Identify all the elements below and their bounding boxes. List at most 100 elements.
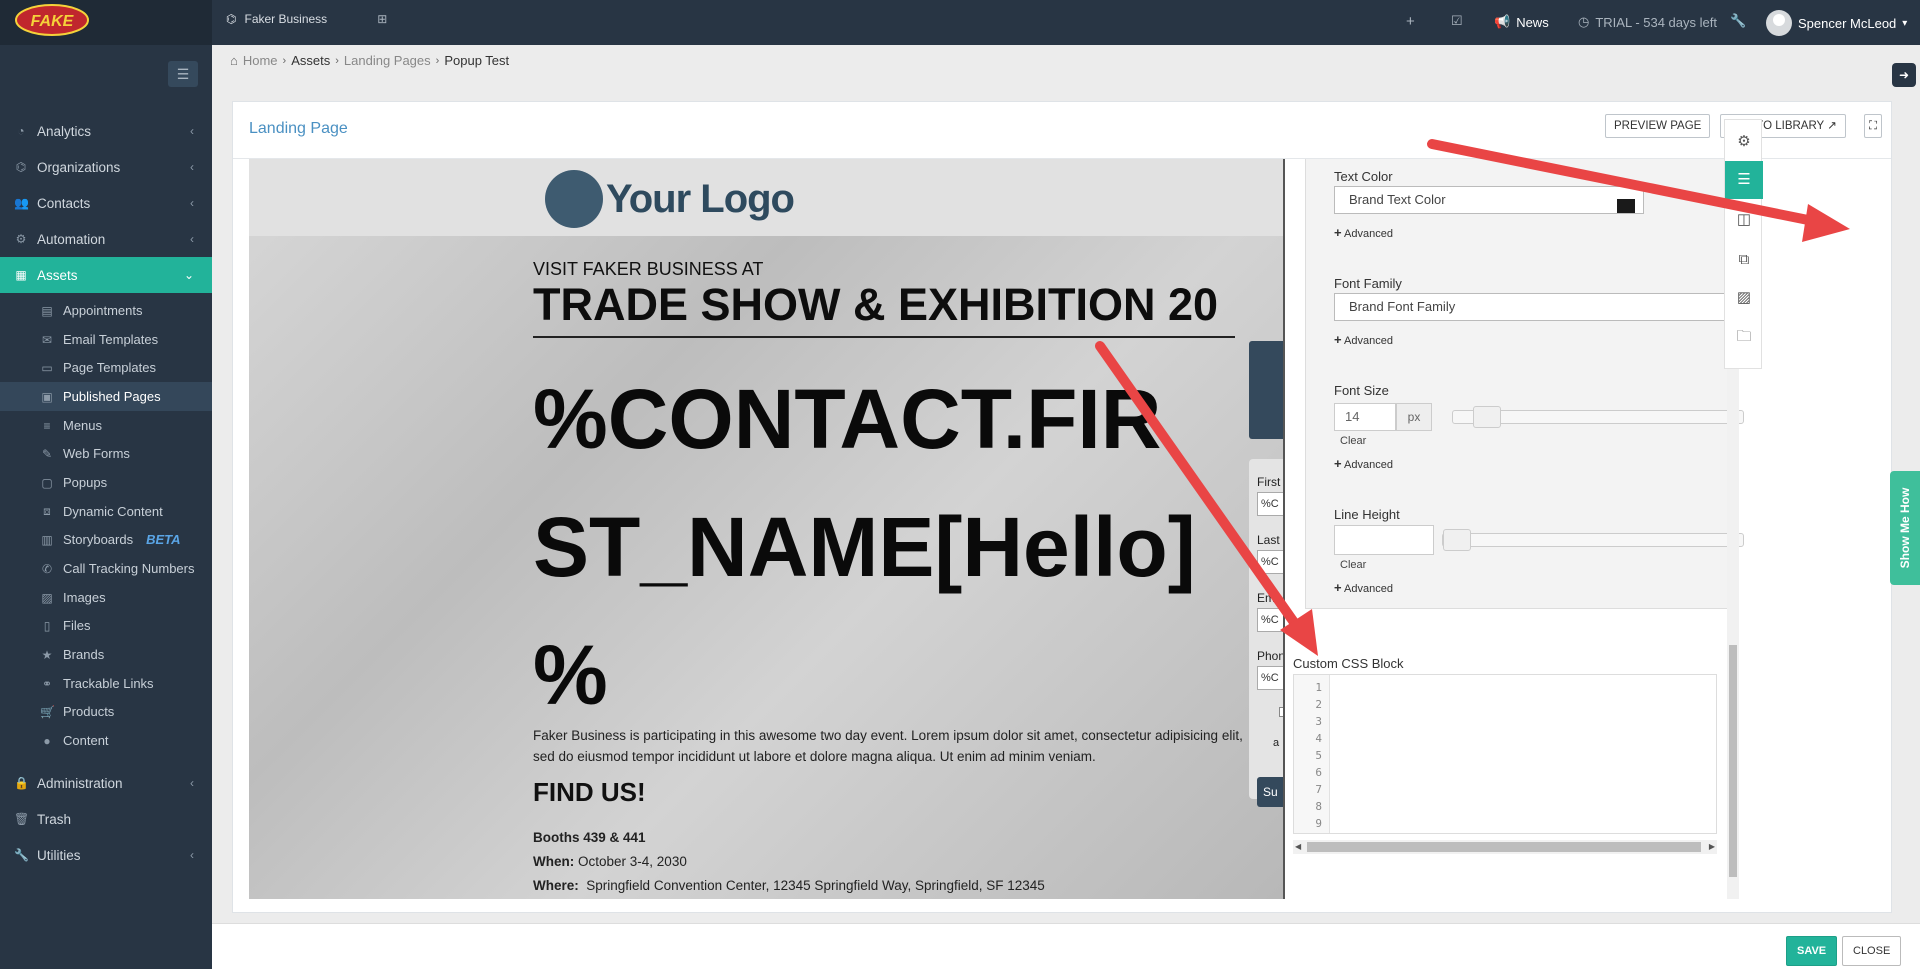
- sidebar-item-assets[interactable]: ▦ Assets ⌄: [0, 257, 212, 293]
- settings-gear-icon[interactable]: ⚙: [1725, 123, 1763, 161]
- page-canvas[interactable]: Your Logo VISIT FAKER BUSINESS AT TRADE …: [249, 159, 1283, 899]
- scrollbar-thumb[interactable]: [1307, 842, 1701, 852]
- line-height-slider[interactable]: [1442, 529, 1744, 551]
- sidebar-sub-web-forms[interactable]: ✎ Web Forms: [0, 439, 212, 468]
- sidebar-sub-dynamic-content[interactable]: ⧈ Dynamic Content: [0, 497, 212, 526]
- sidebar-item-trash[interactable]: 🗑 Trash: [0, 801, 212, 837]
- sidebar-sub-content[interactable]: ● Content: [0, 726, 212, 755]
- line-height-input[interactable]: [1334, 525, 1434, 555]
- sitemap-icon: ⌬: [226, 12, 237, 26]
- envelope-icon: ✉: [41, 332, 53, 347]
- page-icon: ▭: [41, 360, 53, 375]
- scrollbar-thumb[interactable]: [1729, 645, 1737, 877]
- sidebar-item-analytics[interactable]: ◔ Analytics ‹: [0, 113, 212, 149]
- chevron-right-icon: ›: [435, 54, 440, 67]
- when-value: October 3-4, 2030: [578, 854, 687, 869]
- line-number: 9: [1315, 817, 1322, 830]
- app-logo[interactable]: FAKE: [14, 2, 90, 38]
- collapse-panel-button[interactable]: ➜: [1892, 63, 1916, 87]
- sidebar-item-contacts[interactable]: 👥 Contacts ‹: [0, 185, 212, 221]
- where-value: Springfield Convention Center, 12345 Spr…: [586, 878, 1045, 893]
- close-button[interactable]: CLOSE: [1842, 936, 1902, 966]
- when-text[interactable]: When: October 3-4, 2030: [533, 854, 687, 869]
- show-me-how-tab[interactable]: Show Me How: [1890, 471, 1920, 585]
- form-input-phone[interactable]: %C: [1257, 666, 1283, 690]
- fullscreen-button[interactable]: ⛶: [1864, 114, 1883, 138]
- trade-show-heading[interactable]: TRADE SHOW & EXHIBITION 20: [533, 279, 1218, 331]
- wrench-icon[interactable]: 🔧: [1730, 13, 1746, 29]
- sidebar-sub-storyboards[interactable]: ▥ Storyboards BETA: [0, 525, 212, 554]
- calendar-check-icon[interactable]: ☑: [1451, 13, 1463, 29]
- font-family-value: Brand Font Family: [1349, 299, 1456, 314]
- form-input-first[interactable]: %C: [1257, 492, 1283, 516]
- breadcrumb-assets[interactable]: Assets: [291, 53, 330, 68]
- find-us-heading[interactable]: FIND US!: [533, 777, 646, 808]
- sidebar-sub-published-pages[interactable]: ▣ Published Pages: [0, 382, 212, 411]
- news-link[interactable]: 📢 News: [1494, 14, 1549, 30]
- custom-css-editor[interactable]: 1 2 3 4 5 6 7 8 9: [1293, 674, 1717, 834]
- sidebar-sub-trackable-links[interactable]: ⚭ Trackable Links: [0, 669, 212, 698]
- font-family-select[interactable]: Brand Font Family ⌄: [1334, 293, 1752, 321]
- advanced-toggle[interactable]: + Advanced: [1334, 332, 1393, 347]
- form-input-last[interactable]: %C: [1257, 550, 1283, 574]
- sidebar-sub-page-templates[interactable]: ▭ Page Templates: [0, 353, 212, 382]
- slider-handle[interactable]: [1443, 529, 1471, 551]
- sidebar-sub-images[interactable]: ▨ Images: [0, 583, 212, 612]
- page-logo-text[interactable]: Your Logo: [606, 177, 795, 222]
- slider-handle[interactable]: [1473, 406, 1501, 428]
- user-menu[interactable]: Spencer McLeod ▾: [1766, 10, 1907, 36]
- font-size-clear[interactable]: Clear: [1340, 435, 1366, 447]
- sidebar-sub-call-tracking[interactable]: ✆ Call Tracking Numbers: [0, 554, 212, 583]
- editor-horizontal-scrollbar[interactable]: ◀ ▶: [1293, 840, 1717, 854]
- popup-icon: ▢: [41, 475, 53, 490]
- advanced-toggle[interactable]: + Advanced: [1334, 456, 1393, 471]
- dashboard-icon: ◔: [17, 124, 25, 138]
- where-text[interactable]: Where: Springfield Convention Center, 12…: [533, 878, 1045, 893]
- style-sliders-icon[interactable]: ☰: [1725, 161, 1763, 199]
- contact-name-heading[interactable]: %CONTACT.FIR ST_NAME[Hello] %: [533, 355, 1233, 739]
- grid-icon: ▦: [15, 268, 27, 282]
- breadcrumb-landing-pages[interactable]: Landing Pages: [344, 53, 431, 68]
- form-input-email[interactable]: %C: [1257, 608, 1283, 632]
- layout-toggle-icon[interactable]: ⊞: [377, 12, 387, 26]
- scroll-left-icon[interactable]: ◀: [1295, 840, 1301, 854]
- sidebar-toggle-button[interactable]: ☰: [168, 61, 198, 87]
- sidebar-item-administration[interactable]: 🔒 Administration ‹: [0, 765, 212, 801]
- sidebar-sub-appointments[interactable]: ▤ Appointments: [0, 296, 212, 325]
- sidebar-sub-products[interactable]: 🛒 Products: [0, 697, 212, 726]
- image-icon[interactable]: ▨: [1725, 279, 1763, 317]
- preview-page-button[interactable]: PREVIEW PAGE: [1605, 114, 1711, 138]
- sidebar-sub-email-templates[interactable]: ✉ Email Templates: [0, 325, 212, 354]
- form-submit-button[interactable]: Su: [1257, 777, 1283, 807]
- advanced-toggle[interactable]: + Advanced: [1334, 225, 1393, 240]
- sidebar-sub-menus[interactable]: ≡ Menus: [0, 411, 212, 440]
- font-size-slider[interactable]: [1452, 406, 1744, 428]
- sidebar-item-organizations[interactable]: ⌬ Organizations ‹: [0, 149, 212, 185]
- editor-tool-rail: ⚙ ☰ ◫ ⧉ ▨ 🗀: [1724, 119, 1763, 369]
- file-icon: ▯: [43, 618, 51, 633]
- scroll-right-icon[interactable]: ▶: [1709, 840, 1715, 854]
- breadcrumb-home[interactable]: Home: [243, 53, 278, 68]
- trial-status[interactable]: ◷ TRIAL - 534 days left: [1578, 14, 1717, 30]
- event-description[interactable]: Faker Business is participating in this …: [533, 725, 1243, 767]
- text-color-select[interactable]: Brand Text Color ⌄: [1334, 186, 1644, 214]
- sidebar-item-utilities[interactable]: 🔧 Utilities ‹: [0, 837, 212, 873]
- advanced-toggle[interactable]: + Advanced: [1334, 580, 1393, 595]
- blocks-icon[interactable]: ⧉: [1725, 241, 1763, 279]
- sidebar-sub-brands[interactable]: ★ Brands: [0, 640, 212, 669]
- chevron-left-icon: ‹: [190, 776, 194, 790]
- sidebar-item-automation[interactable]: ⚙ Automation ‹: [0, 221, 212, 257]
- sidebar-sub-files[interactable]: ▯ Files: [0, 611, 212, 640]
- visit-heading[interactable]: VISIT FAKER BUSINESS AT: [533, 259, 763, 280]
- line-height-clear[interactable]: Clear: [1340, 559, 1366, 571]
- folder-open-icon[interactable]: 🗀: [1725, 318, 1763, 356]
- save-button[interactable]: SAVE: [1786, 936, 1838, 966]
- org-switcher[interactable]: ⌬ Faker Business ⊞: [226, 12, 387, 26]
- form-header-block[interactable]: [1249, 341, 1283, 439]
- plus-icon[interactable]: +: [1406, 13, 1415, 30]
- layout-columns-icon[interactable]: ◫: [1725, 201, 1763, 239]
- text-color-swatch[interactable]: [1617, 199, 1635, 213]
- booths-text[interactable]: Booths 439 & 441: [533, 830, 646, 845]
- sidebar-sub-popups[interactable]: ▢ Popups: [0, 468, 212, 497]
- font-size-input[interactable]: 14: [1334, 403, 1396, 431]
